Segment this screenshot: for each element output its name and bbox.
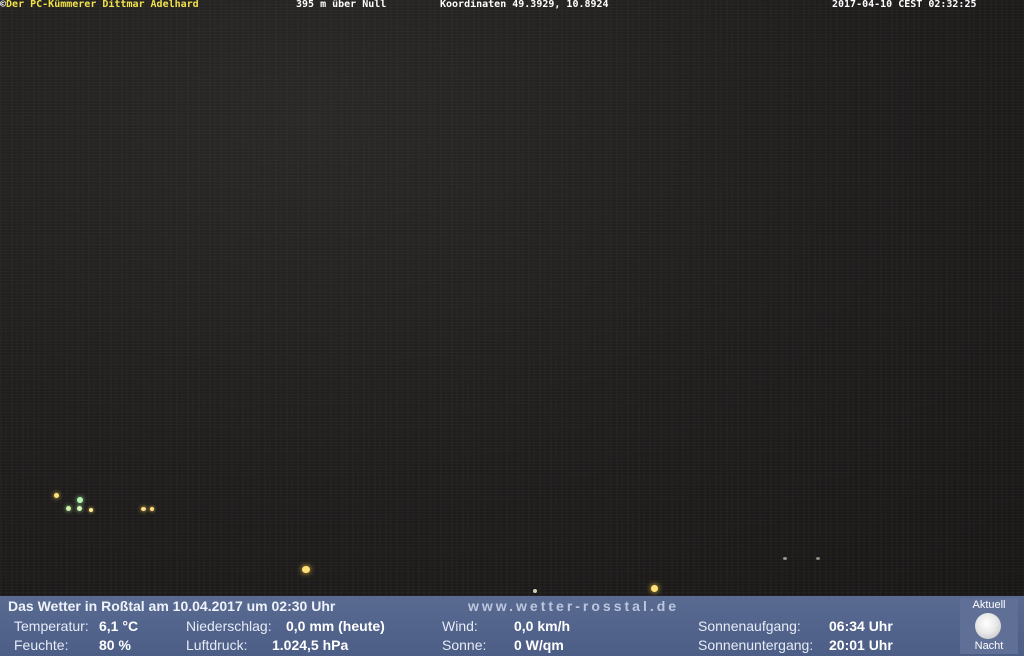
wind-value: 0,0 km/h: [514, 618, 571, 634]
moon-bottom-label: Nacht: [974, 640, 1004, 652]
sun-value: 0 W/qm: [514, 637, 564, 653]
streetlight: [783, 557, 787, 560]
pressure-value: 1.024,5 hPa: [272, 637, 349, 653]
timestamp-label: 2017-04-10 CEST 02:32:25: [832, 0, 977, 10]
moon-top-label: Aktuell: [972, 599, 1006, 611]
streetlight: [533, 589, 537, 593]
precipitation-value: 0,0 mm (heute): [286, 618, 385, 634]
humidity-label: Feuchte:: [14, 637, 69, 653]
coordinates-label: Koordinaten 49.3929, 10.8924: [440, 0, 609, 10]
webcam-night-image: [0, 0, 1024, 596]
sunset-label: Sonnenuntergang:: [698, 637, 814, 653]
streetlight: [141, 507, 146, 511]
temperature-label: Temperatur:: [14, 618, 89, 634]
sunrise-value: 06:34 Uhr: [829, 618, 893, 634]
streetlight: [816, 557, 820, 560]
streetlight: [89, 508, 93, 512]
streetlight: [66, 506, 71, 511]
website-label: www.wetter-rosstal.de: [468, 598, 680, 614]
sunrise-label: Sonnenaufgang:: [698, 618, 801, 634]
pressure-label: Luftdruck:: [186, 637, 248, 653]
streetlight: [54, 493, 59, 498]
precipitation-label: Niederschlag:: [186, 618, 272, 634]
altitude-label: 395 m über Null: [296, 0, 387, 10]
moon-phase-box: Aktuell Nacht: [960, 598, 1018, 654]
temperature-value: 6,1 °C: [99, 618, 139, 634]
streetlight: [77, 506, 82, 511]
streetlight: [302, 566, 310, 573]
full-moon-icon: [975, 613, 1001, 639]
streetlight: [150, 507, 154, 511]
sun-label: Sonne:: [442, 637, 487, 653]
camera-info-overlay: © Der PC-Kümmerer Dittmar Adelhard 395 m…: [0, 0, 1024, 11]
weather-headline: Das Wetter in Roßtal am 10.04.2017 um 02…: [8, 598, 336, 614]
sunset-value: 20:01 Uhr: [829, 637, 893, 653]
streetlight: [77, 497, 83, 503]
streetlight: [651, 585, 658, 592]
weather-panel: Das Wetter in Roßtal am 10.04.2017 um 02…: [0, 596, 1024, 656]
author-label: © Der PC-Kümmerer Dittmar Adelhard: [0, 0, 199, 10]
wind-label: Wind:: [442, 618, 478, 634]
humidity-value: 80 %: [99, 637, 131, 653]
